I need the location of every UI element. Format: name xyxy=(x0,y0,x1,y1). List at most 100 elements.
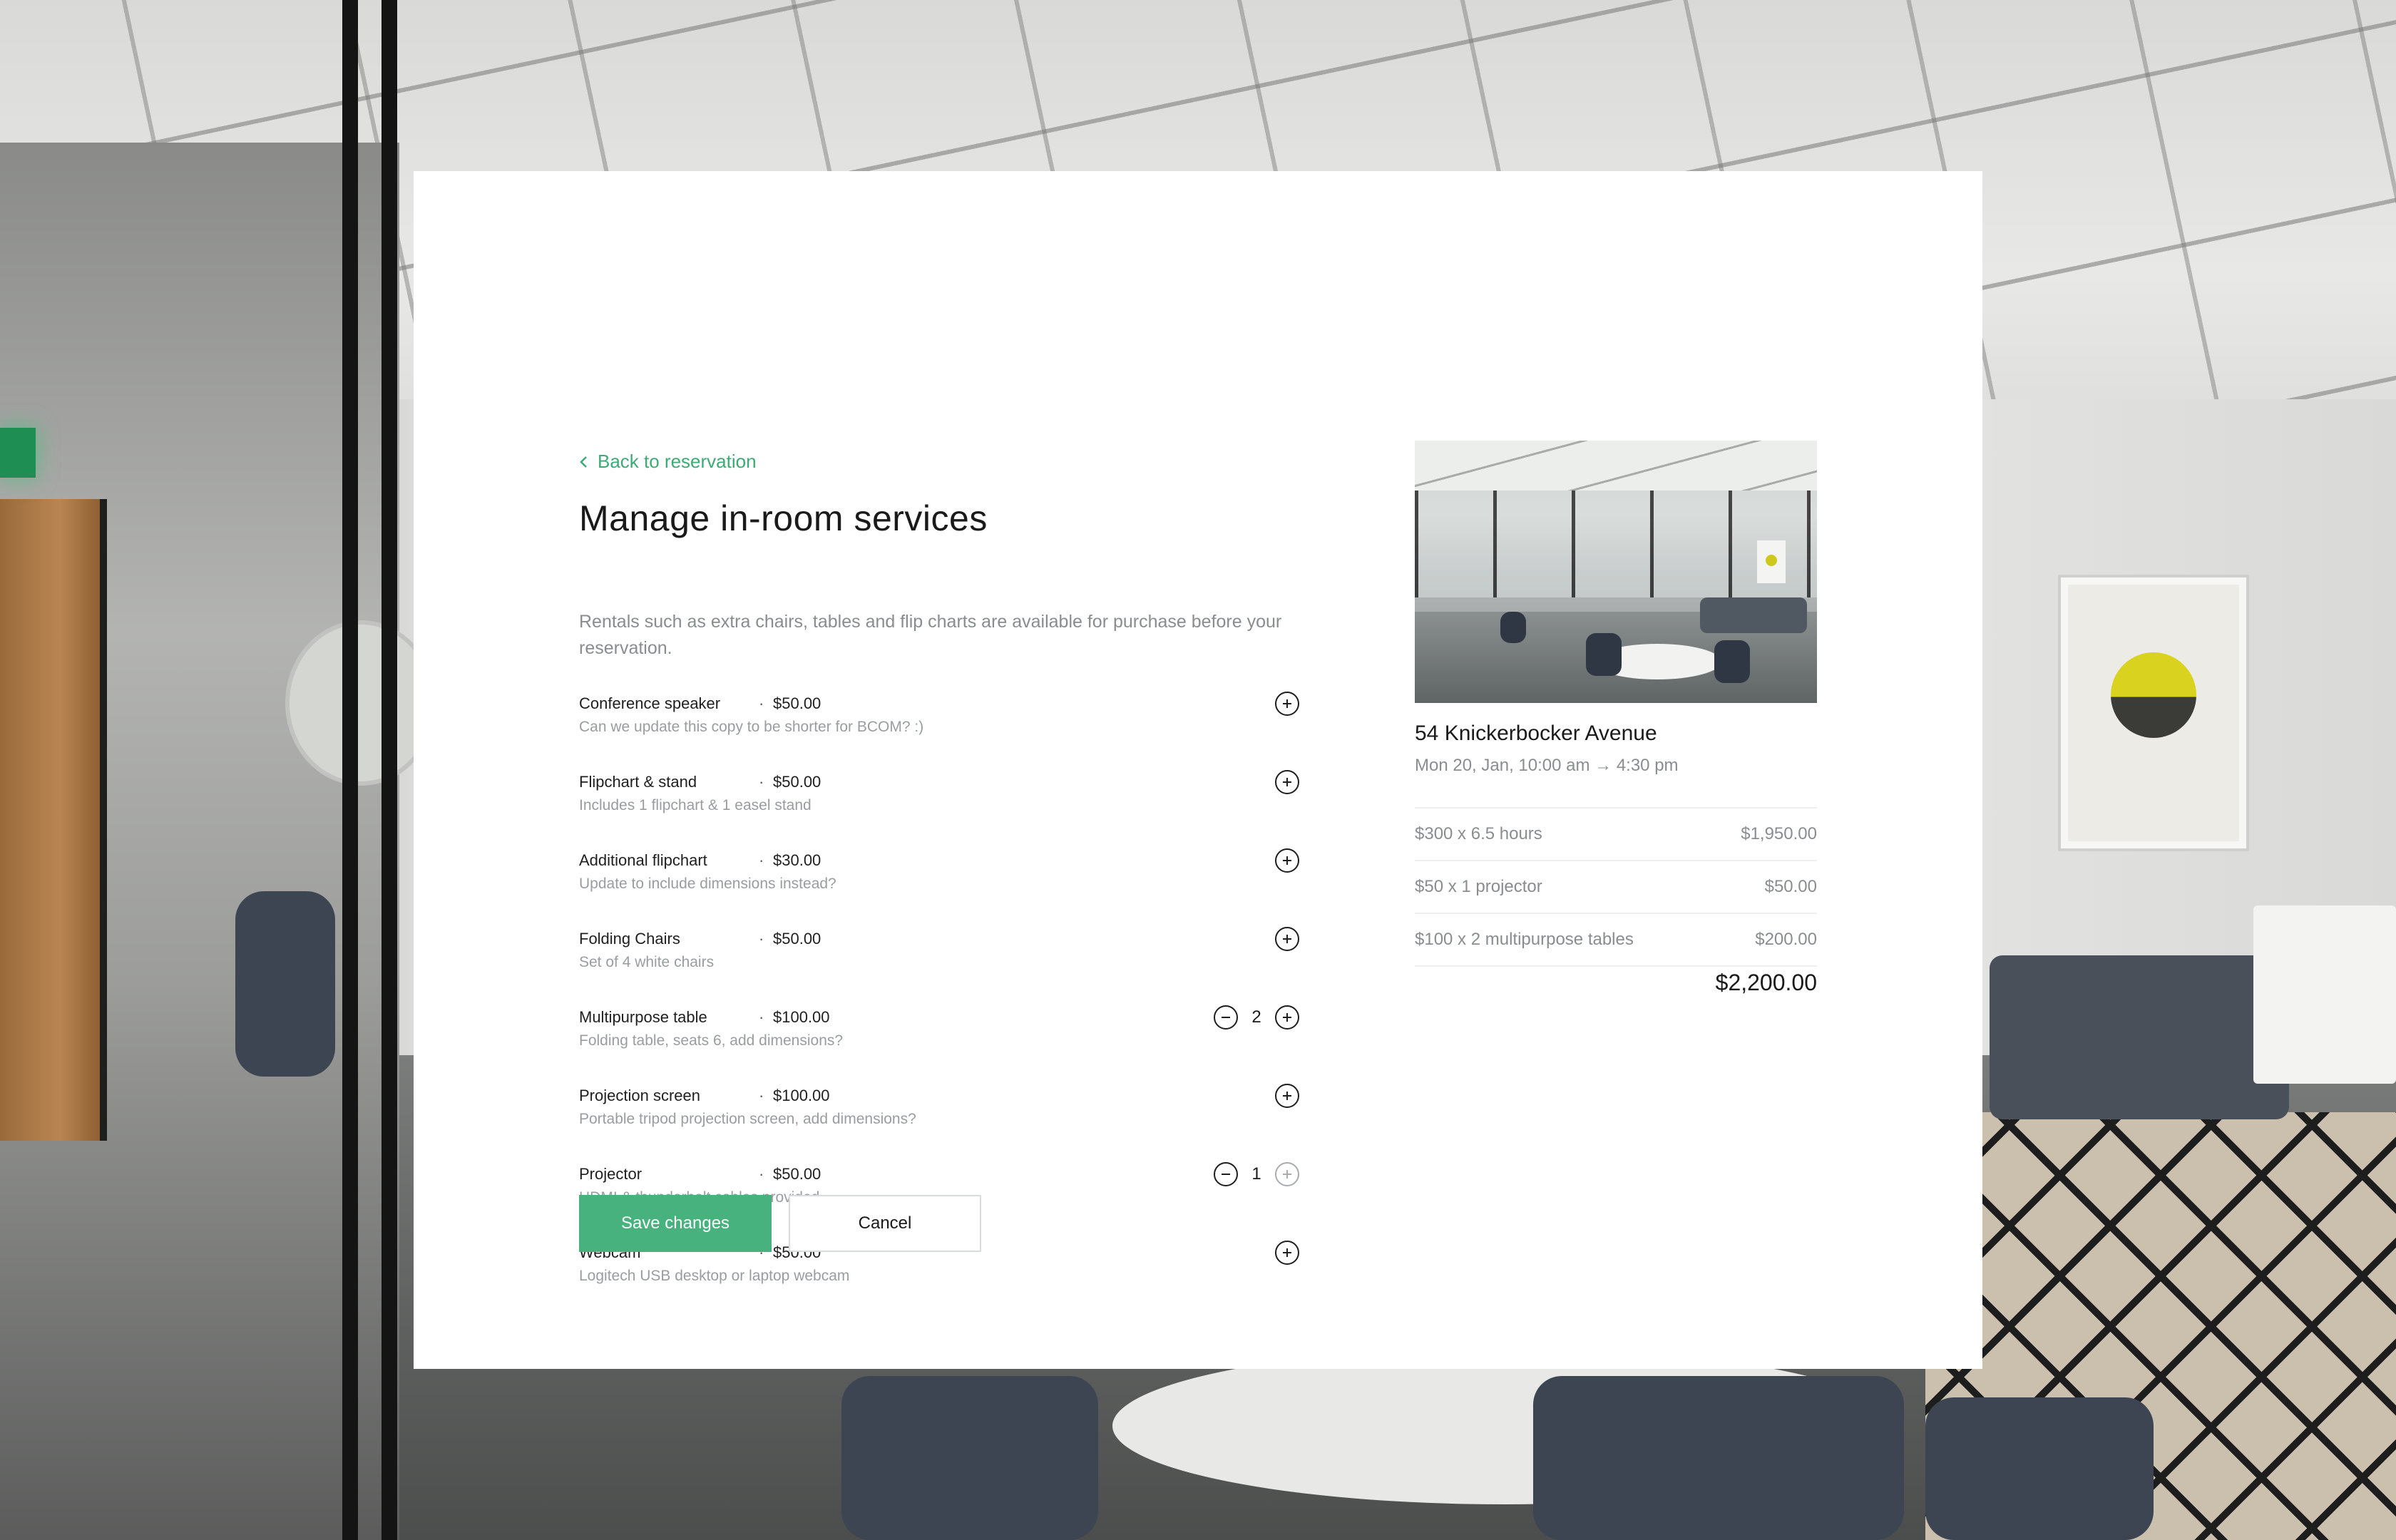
plus-circle-icon xyxy=(1283,699,1291,708)
price-breakdown: $300 x 6.5 hours $1,950.00 $50 x 1 project… xyxy=(1415,807,1817,967)
room-photo xyxy=(1415,441,1817,703)
service-name: Conference speaker xyxy=(579,694,721,712)
service-price: $100.00 xyxy=(773,1087,830,1104)
art-sun xyxy=(2111,652,2196,738)
service-name: Folding Chairs xyxy=(579,930,680,948)
back-link-label: Back to reservation xyxy=(598,451,757,472)
service-item: Additional flipchart · $30.00 Update to inc… xyxy=(579,846,1299,924)
price-line-item: $100 x 2 multipurpose tables $200.00 xyxy=(1415,914,1817,967)
decrement-button[interactable] xyxy=(1214,1162,1238,1186)
service-description: Logitech USB desktop or laptop webcam xyxy=(579,1268,850,1284)
chair xyxy=(1925,1397,2154,1540)
plus-circle-icon xyxy=(1283,856,1291,865)
service-item: Folding Chairs · $50.00 Set of 4 white chai… xyxy=(579,924,1299,1002)
quantity-value: 1 xyxy=(1251,1164,1261,1184)
page-title: Manage in-room services xyxy=(579,498,988,538)
service-price: $50.00 xyxy=(773,773,821,791)
quantity-value: 2 xyxy=(1251,1007,1261,1027)
quantity-stepper: 1 xyxy=(1214,1161,1299,1188)
line-item-label: $50 x 1 projector xyxy=(1415,877,1542,896)
service-price: $50.00 xyxy=(773,694,821,712)
service-item: Conference speaker · $50.00 Can we update t… xyxy=(579,689,1299,767)
services-modal: Back to reservation Manage in-room servi… xyxy=(414,171,1982,1369)
glass-frame xyxy=(382,0,397,1540)
service-description: Includes 1 flipchart & 1 easel stand xyxy=(579,797,812,813)
price-line-item: $50 x 1 projector $50.00 xyxy=(1415,861,1817,914)
quantity-stepper xyxy=(1275,1239,1299,1266)
plus-circle-icon xyxy=(1283,778,1291,786)
minus-circle-icon xyxy=(1222,1017,1230,1018)
increment-button[interactable] xyxy=(1275,927,1299,951)
service-header: Folding Chairs · $50.00 xyxy=(579,928,1121,950)
increment-button[interactable] xyxy=(1275,1241,1299,1265)
increment-button[interactable] xyxy=(1275,1084,1299,1108)
separator-dot: · xyxy=(759,1165,764,1183)
increment-button[interactable] xyxy=(1275,770,1299,794)
service-header: Multipurpose table · $100.00 xyxy=(579,1007,1121,1028)
increment-button[interactable] xyxy=(1275,692,1299,716)
exit-sign xyxy=(0,428,36,478)
decrement-button[interactable] xyxy=(1214,1005,1238,1030)
wooden-door xyxy=(0,499,107,1141)
intro-text: Rentals such as extra chairs, tables and… xyxy=(579,612,1282,658)
quantity-stepper xyxy=(1275,1082,1299,1109)
service-name: Projector xyxy=(579,1165,642,1183)
increment-button[interactable] xyxy=(1275,1005,1299,1030)
separator-dot: · xyxy=(759,1008,764,1026)
line-item-label: $300 x 6.5 hours xyxy=(1415,824,1542,843)
service-item: Flipchart & stand · $50.00 Includes 1 flipc… xyxy=(579,767,1299,846)
venue-name: 54 Knickerbocker Avenue xyxy=(1415,722,1657,745)
sofa xyxy=(1990,955,2289,1119)
chair xyxy=(235,891,335,1077)
total-price: $2,200.00 xyxy=(1715,970,1817,995)
price-line-item: $300 x 6.5 hours $1,950.00 xyxy=(1415,808,1817,861)
quantity-stepper: 2 xyxy=(1214,1004,1299,1031)
back-to-reservation-link[interactable]: Back to reservation xyxy=(579,451,757,473)
line-item-amount: $1,950.00 xyxy=(1741,824,1817,843)
service-description: Folding table, seats 6, add dimensions? xyxy=(579,1032,844,1049)
increment-button[interactable] xyxy=(1275,1162,1299,1186)
cabinet xyxy=(2253,905,2396,1084)
service-header: Additional flipchart · $30.00 xyxy=(579,850,1121,871)
line-item-label: $100 x 2 multipurpose tables xyxy=(1415,930,1634,949)
chevron-left-icon xyxy=(580,456,587,468)
plus-circle-icon xyxy=(1283,1248,1291,1257)
service-header: Projector · $50.00 xyxy=(579,1164,1121,1185)
service-name: Projection screen xyxy=(579,1087,700,1104)
service-description: Update to include dimensions instead? xyxy=(579,876,836,892)
chair xyxy=(841,1376,1098,1540)
separator-dot: · xyxy=(759,773,764,791)
service-item: Multipurpose table · $100.00 Folding table,… xyxy=(579,1002,1299,1081)
service-description: Can we update this copy to be shorter fo… xyxy=(579,719,924,735)
chair xyxy=(1533,1376,1904,1540)
service-header: Conference speaker · $50.00 xyxy=(579,693,1121,714)
service-price: $100.00 xyxy=(773,1008,830,1026)
cancel-button[interactable]: Cancel xyxy=(789,1195,981,1252)
glass-frame xyxy=(342,0,358,1540)
separator-dot: · xyxy=(759,694,764,712)
venue-time: Mon 20, Jan, 10:00 am → 4:30 pm xyxy=(1415,756,1679,775)
wall-art xyxy=(2061,578,2246,848)
minus-circle-icon xyxy=(1222,1174,1230,1175)
service-price: $30.00 xyxy=(773,851,821,869)
line-item-amount: $200.00 xyxy=(1755,930,1817,949)
quantity-stepper xyxy=(1275,925,1299,953)
quantity-stepper xyxy=(1275,769,1299,796)
service-item: Projection screen · $100.00 Portable tripod… xyxy=(579,1081,1299,1159)
form-actions: Save changes Cancel xyxy=(579,1195,981,1252)
service-price: $50.00 xyxy=(773,1165,821,1183)
plus-circle-icon xyxy=(1283,1092,1291,1100)
service-name: Flipchart & stand xyxy=(579,773,697,791)
quantity-stepper xyxy=(1275,847,1299,874)
plus-circle-icon xyxy=(1283,1170,1291,1179)
save-changes-button[interactable]: Save changes xyxy=(579,1195,772,1252)
increment-button[interactable] xyxy=(1275,848,1299,873)
plus-circle-icon xyxy=(1283,1013,1291,1022)
service-description: Set of 4 white chairs xyxy=(579,954,715,970)
line-item-amount: $50.00 xyxy=(1764,877,1817,896)
plus-circle-icon xyxy=(1283,935,1291,943)
separator-dot: · xyxy=(759,1087,764,1104)
service-header: Flipchart & stand · $50.00 xyxy=(579,771,1121,793)
separator-dot: · xyxy=(759,930,764,948)
service-header: Projection screen · $100.00 xyxy=(579,1085,1121,1107)
